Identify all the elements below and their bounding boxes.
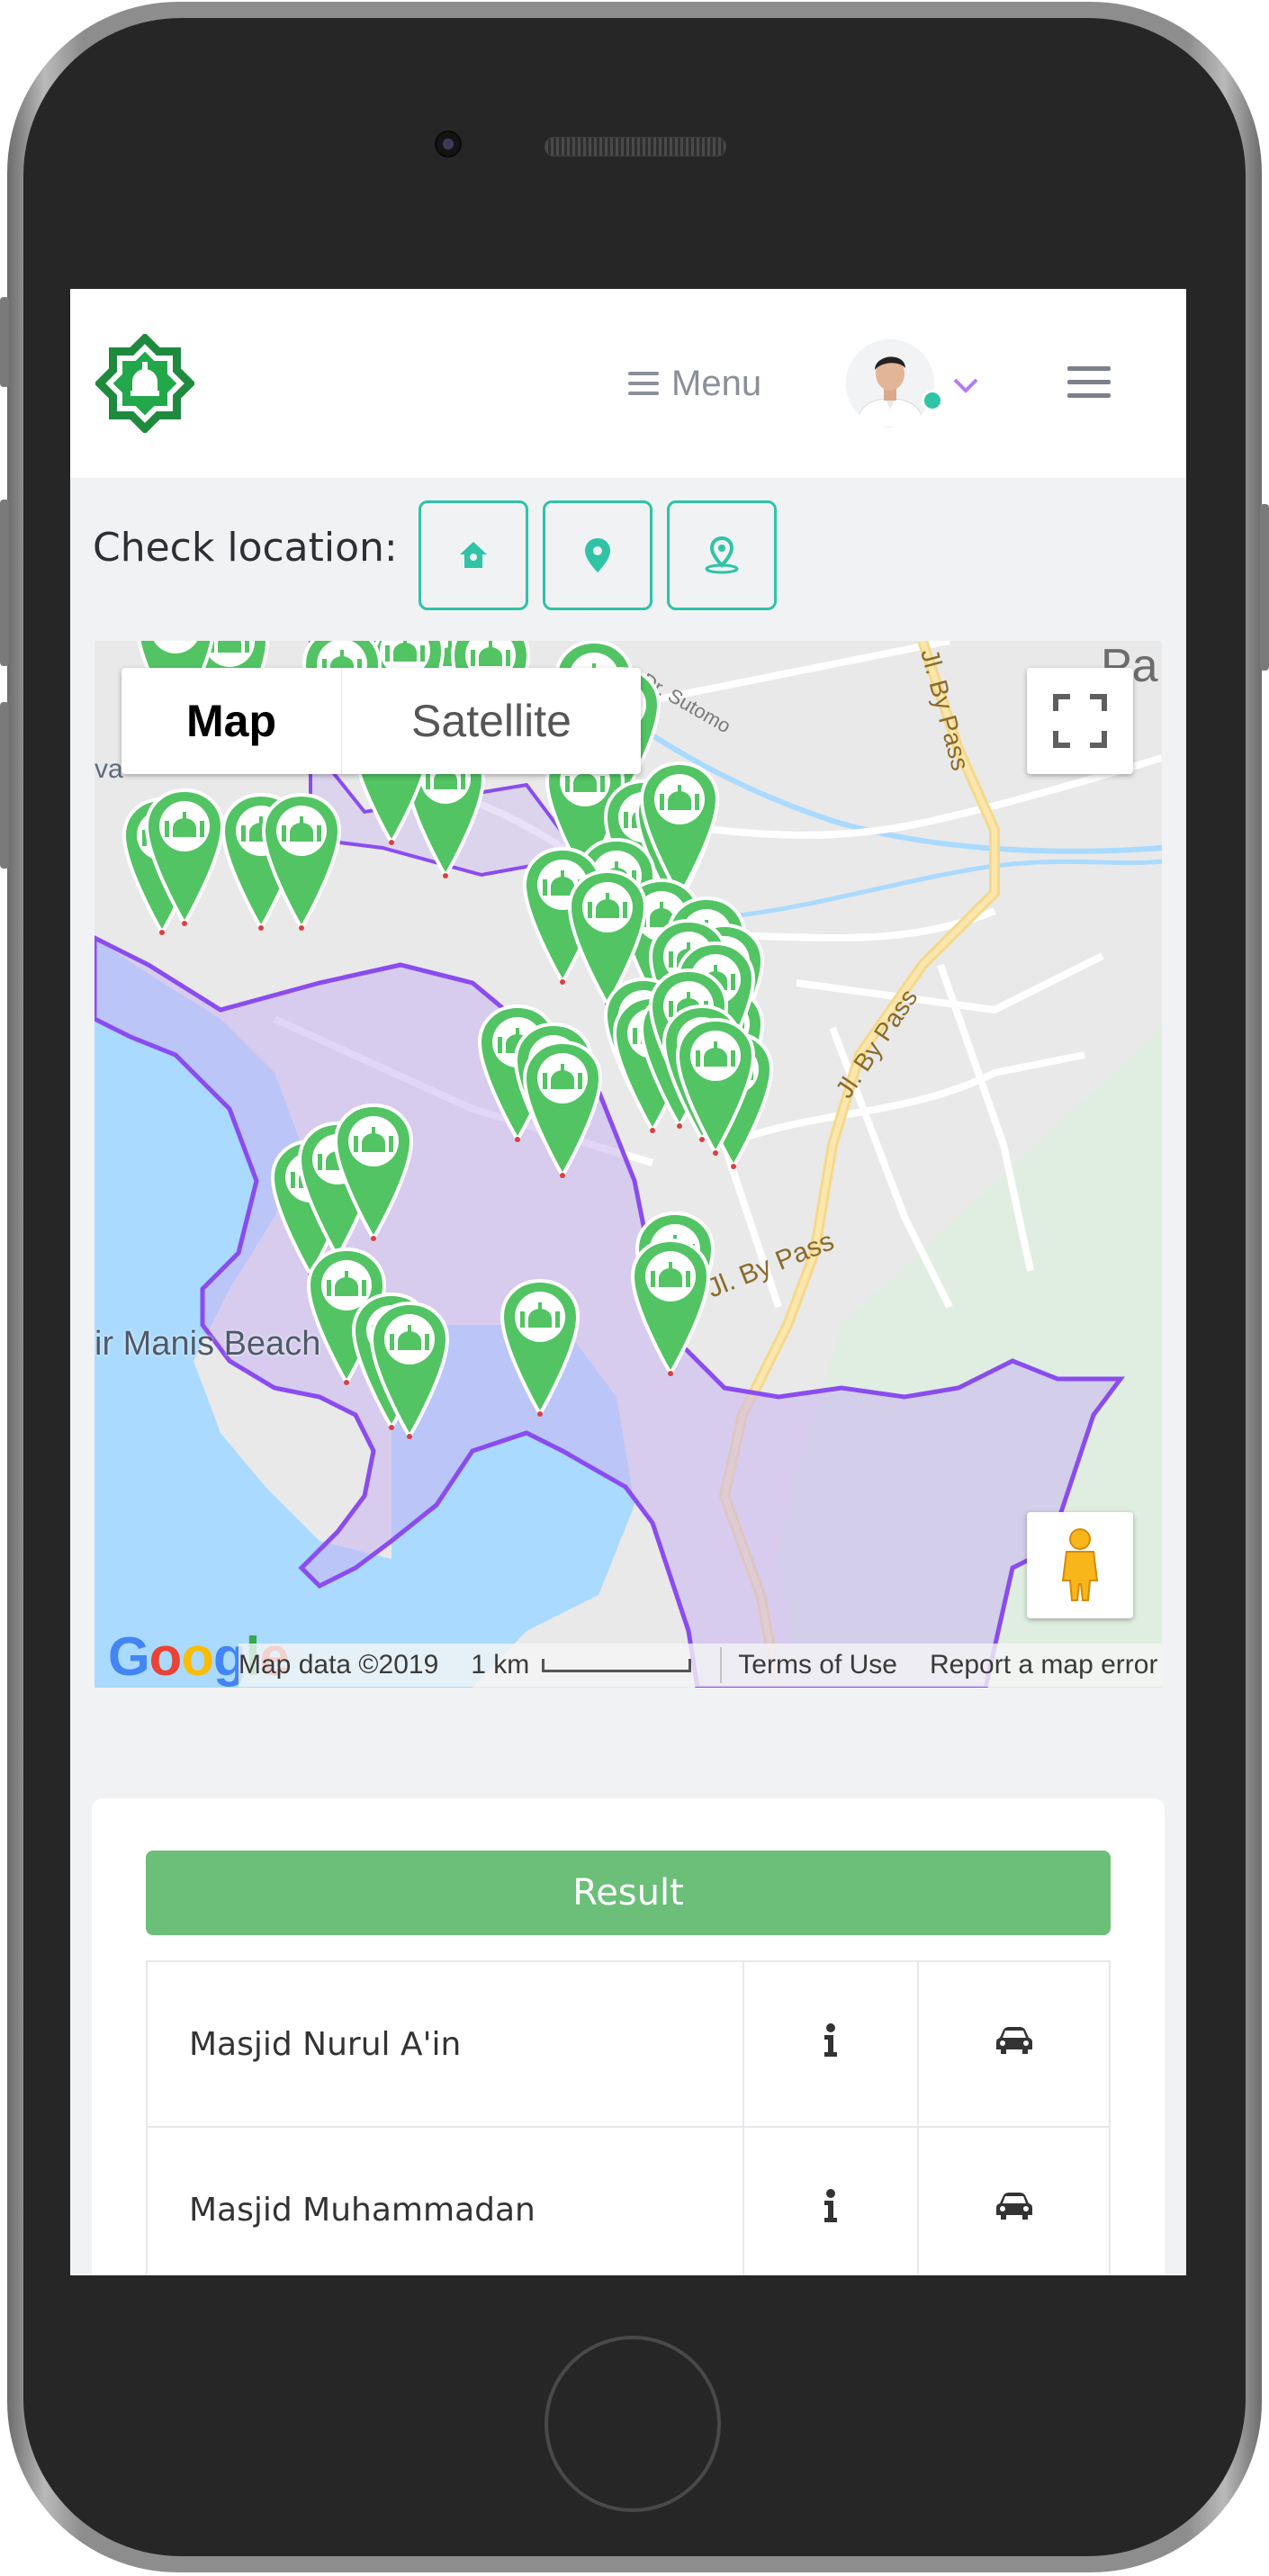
menu-toggle[interactable]: Menu (628, 359, 761, 408)
terms-of-use-link[interactable]: Terms of Use (738, 1650, 897, 1680)
footer-divider (720, 1647, 723, 1683)
mosque-app-logo[interactable] (95, 334, 194, 433)
mosque-name: Masjid Muhammadan (146, 2126, 744, 2275)
result-button[interactable]: Result (146, 1851, 1111, 1935)
mosque-marker-icon[interactable] (674, 1016, 757, 1158)
mosque-marker-icon[interactable] (332, 1102, 415, 1244)
results-table: Masjid Nurul A'in Masjid Muhammadan (146, 1960, 1111, 2275)
phone-power-button (1260, 504, 1269, 671)
hamburger-menu-icon[interactable] (1067, 366, 1111, 399)
map-data-text: Map data ©2019 (238, 1650, 439, 1680)
menu-lines-icon (628, 372, 659, 395)
info-button[interactable] (742, 1960, 919, 2128)
mosque-marker-icon[interactable] (260, 791, 343, 933)
chevron-down-icon[interactable] (950, 372, 981, 399)
pin-location-button[interactable] (543, 500, 652, 610)
mosque-marker-icon[interactable] (629, 1237, 712, 1379)
map-edge-label: va (94, 754, 123, 784)
home-button[interactable] (544, 2336, 721, 2512)
route-button[interactable] (917, 1960, 1111, 2128)
map-attribution-bar: Map data ©2019 1 km Terms of Use Report … (238, 1644, 1162, 1687)
top-navbar: Menu (70, 289, 1186, 478)
scale-bar (542, 1658, 692, 1672)
table-row[interactable]: Masjid Nurul A'in (146, 1960, 1111, 2128)
map-type-satellite-button[interactable]: Satellite (341, 668, 641, 774)
mosque-name: Masjid Nurul A'in (146, 1960, 744, 2128)
route-button[interactable] (917, 2126, 1111, 2275)
info-icon (824, 2188, 837, 2222)
user-photo (846, 339, 934, 428)
menu-label: Menu (671, 363, 762, 403)
mosque-marker-icon[interactable] (368, 1300, 451, 1442)
info-icon (824, 2022, 837, 2057)
my-location-icon (705, 536, 739, 574)
front-camera (435, 131, 462, 158)
mosque-marker-icon[interactable] (521, 1039, 604, 1181)
app-screen: Menu Check location: Jl. By Pass Jl. By … (70, 289, 1186, 2275)
home-location-icon (460, 542, 487, 568)
phone-volume-up (0, 500, 9, 666)
scale-label: 1 km (471, 1650, 530, 1680)
fullscreen-icon (1053, 694, 1107, 748)
my-location-button[interactable] (667, 500, 777, 610)
report-map-error-link[interactable]: Report a map error (930, 1650, 1157, 1680)
info-button[interactable] (742, 2126, 919, 2275)
user-avatar[interactable] (846, 339, 934, 428)
table-row[interactable]: Masjid Muhammadan (146, 2126, 1111, 2275)
phone-mute-switch (0, 297, 9, 387)
results-card: Result Masjid Nurul A'in Masjid Muhammad… (92, 1798, 1165, 2275)
online-status-dot (922, 390, 943, 411)
phone-volume-down (0, 702, 9, 869)
home-location-button[interactable] (418, 500, 528, 610)
car-icon (995, 2192, 1032, 2220)
check-location-label: Check location: (93, 525, 398, 571)
pin-location-icon (585, 538, 610, 572)
map-type-map-button[interactable]: Map (122, 668, 341, 774)
earpiece-speaker (544, 137, 726, 157)
pegman-icon (1061, 1528, 1099, 1601)
map-type-control: Map Satellite (122, 668, 641, 774)
fullscreen-button[interactable] (1027, 668, 1133, 774)
mosque-marker-icon[interactable] (143, 787, 226, 929)
street-view-pegman[interactable] (1027, 1512, 1133, 1618)
mosque-marker-icon[interactable] (499, 1277, 581, 1419)
car-icon (995, 2026, 1032, 2054)
google-map[interactable]: Jl. By Pass Jl. By Pass Jl. By Pass Dr. … (94, 641, 1162, 1688)
beach-poi-label[interactable]: ir Manis Beach (94, 1325, 320, 1364)
